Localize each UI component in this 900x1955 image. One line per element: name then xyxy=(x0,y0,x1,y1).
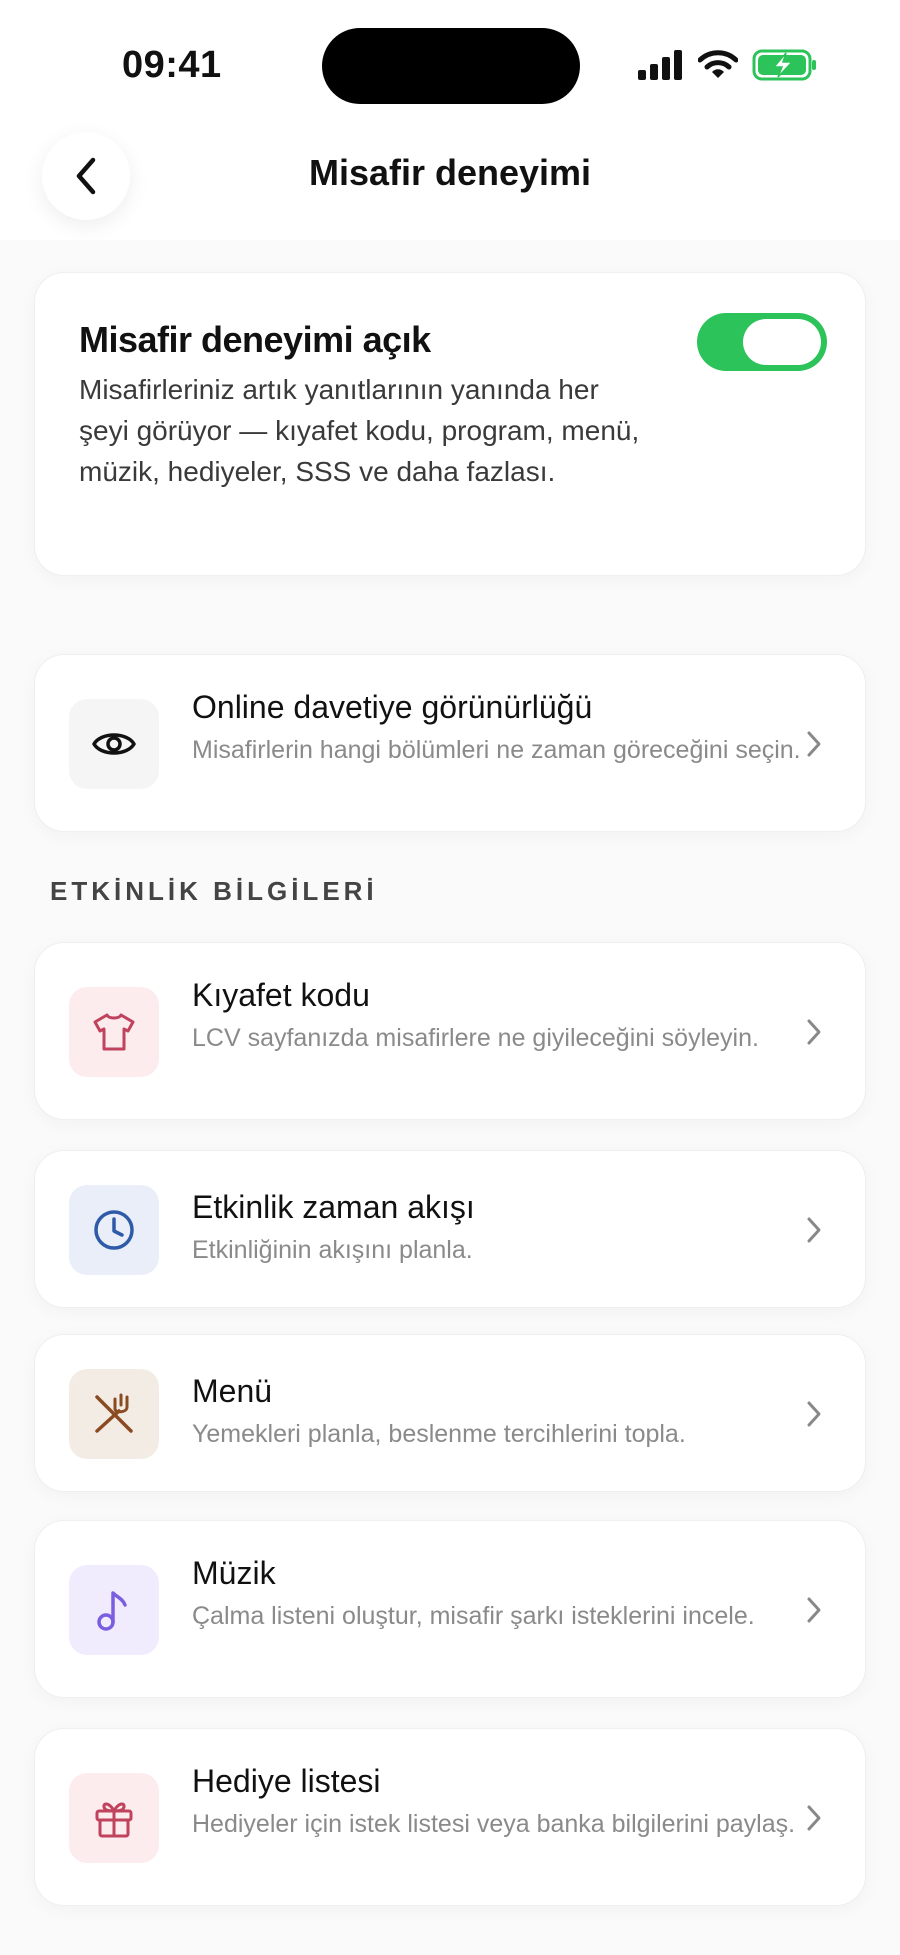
menu-icon-tile xyxy=(69,1369,159,1459)
dynamic-island xyxy=(322,28,580,104)
guest-experience-description: Misafirleriniz artık yanıtlarının yanınd… xyxy=(79,374,640,487)
visibility-title: Online davetiye görünürlüğü xyxy=(192,689,593,725)
list-item-timeline[interactable]: Etkinlik zaman akışı Etkinliğinin akışın… xyxy=(34,1150,866,1308)
list-item-music[interactable]: Müzik Çalma listeni oluştur, misafir şar… xyxy=(34,1520,866,1698)
music-icon-tile xyxy=(69,1565,159,1655)
navigation-header: Misafir deneyimi xyxy=(0,110,900,240)
list-item-subtitle: Etkinliğinin akışını planla. xyxy=(192,1236,473,1264)
guest-experience-toggle[interactable] xyxy=(697,313,827,371)
chevron-right-icon xyxy=(807,1805,821,1831)
list-item-subtitle: LCV sayfanızda misafirlere ne giyileceği… xyxy=(192,1024,759,1052)
list-item-subtitle: Yemekleri planla, beslenme tercihlerini … xyxy=(192,1420,686,1448)
list-item-title: Menü xyxy=(192,1373,273,1409)
cellular-signal-icon xyxy=(638,50,682,80)
visibility-subtitle: Misafirlerin hangi bölümleri ne zaman gö… xyxy=(192,736,801,764)
chevron-right-icon xyxy=(807,731,821,757)
eye-icon xyxy=(92,733,136,755)
dress-code-icon-tile xyxy=(69,987,159,1077)
shirt-icon xyxy=(93,1013,135,1051)
wifi-icon xyxy=(698,50,738,78)
section-label-event-info: ETKİNLİK BİLGİLERİ xyxy=(50,876,378,906)
list-item-title: Kıyafet kodu xyxy=(192,977,370,1013)
guest-experience-card: Misafir deneyimi açık Misafirleriniz art… xyxy=(34,272,866,576)
visibility-icon-tile xyxy=(69,699,159,789)
chevron-right-icon xyxy=(807,1597,821,1623)
guest-experience-title: Misafir deneyimi açık xyxy=(79,319,431,360)
chevron-right-icon xyxy=(807,1401,821,1427)
chevron-right-icon xyxy=(807,1217,821,1243)
list-item-menu[interactable]: Menü Yemekleri planla, beslenme tercihle… xyxy=(34,1334,866,1492)
status-icons xyxy=(638,48,818,82)
chevron-right-icon xyxy=(807,1019,821,1045)
status-time: 09:41 xyxy=(122,44,222,86)
list-item-subtitle: Çalma listeni oluştur, misafir şarkı ist… xyxy=(192,1602,755,1630)
list-item-title: Hediye listesi xyxy=(192,1763,381,1799)
list-item-gift-list[interactable]: Hediye listesi Hediyeler için istek list… xyxy=(34,1728,866,1906)
page-title: Misafir deneyimi xyxy=(308,152,592,193)
list-item-subtitle: Hediyeler için istek listesi veya banka … xyxy=(192,1810,796,1838)
gift-icon-tile xyxy=(69,1773,159,1863)
list-item-title: Müzik xyxy=(192,1555,276,1591)
clock-icon xyxy=(94,1210,134,1250)
gift-icon xyxy=(95,1802,133,1838)
invitation-visibility-row[interactable]: Online davetiye görünürlüğü Misafirlerin… xyxy=(34,654,866,832)
list-item-dress-code[interactable]: Kıyafet kodu LCV sayfanızda misafirlere … xyxy=(34,942,866,1120)
fork-knife-icon xyxy=(95,1393,133,1433)
toggle-knob xyxy=(743,319,821,365)
battery-charging-icon xyxy=(752,49,816,81)
music-note-icon xyxy=(97,1591,127,1631)
timeline-icon-tile xyxy=(69,1185,159,1275)
list-item-title: Etkinlik zaman akışı xyxy=(192,1189,475,1225)
